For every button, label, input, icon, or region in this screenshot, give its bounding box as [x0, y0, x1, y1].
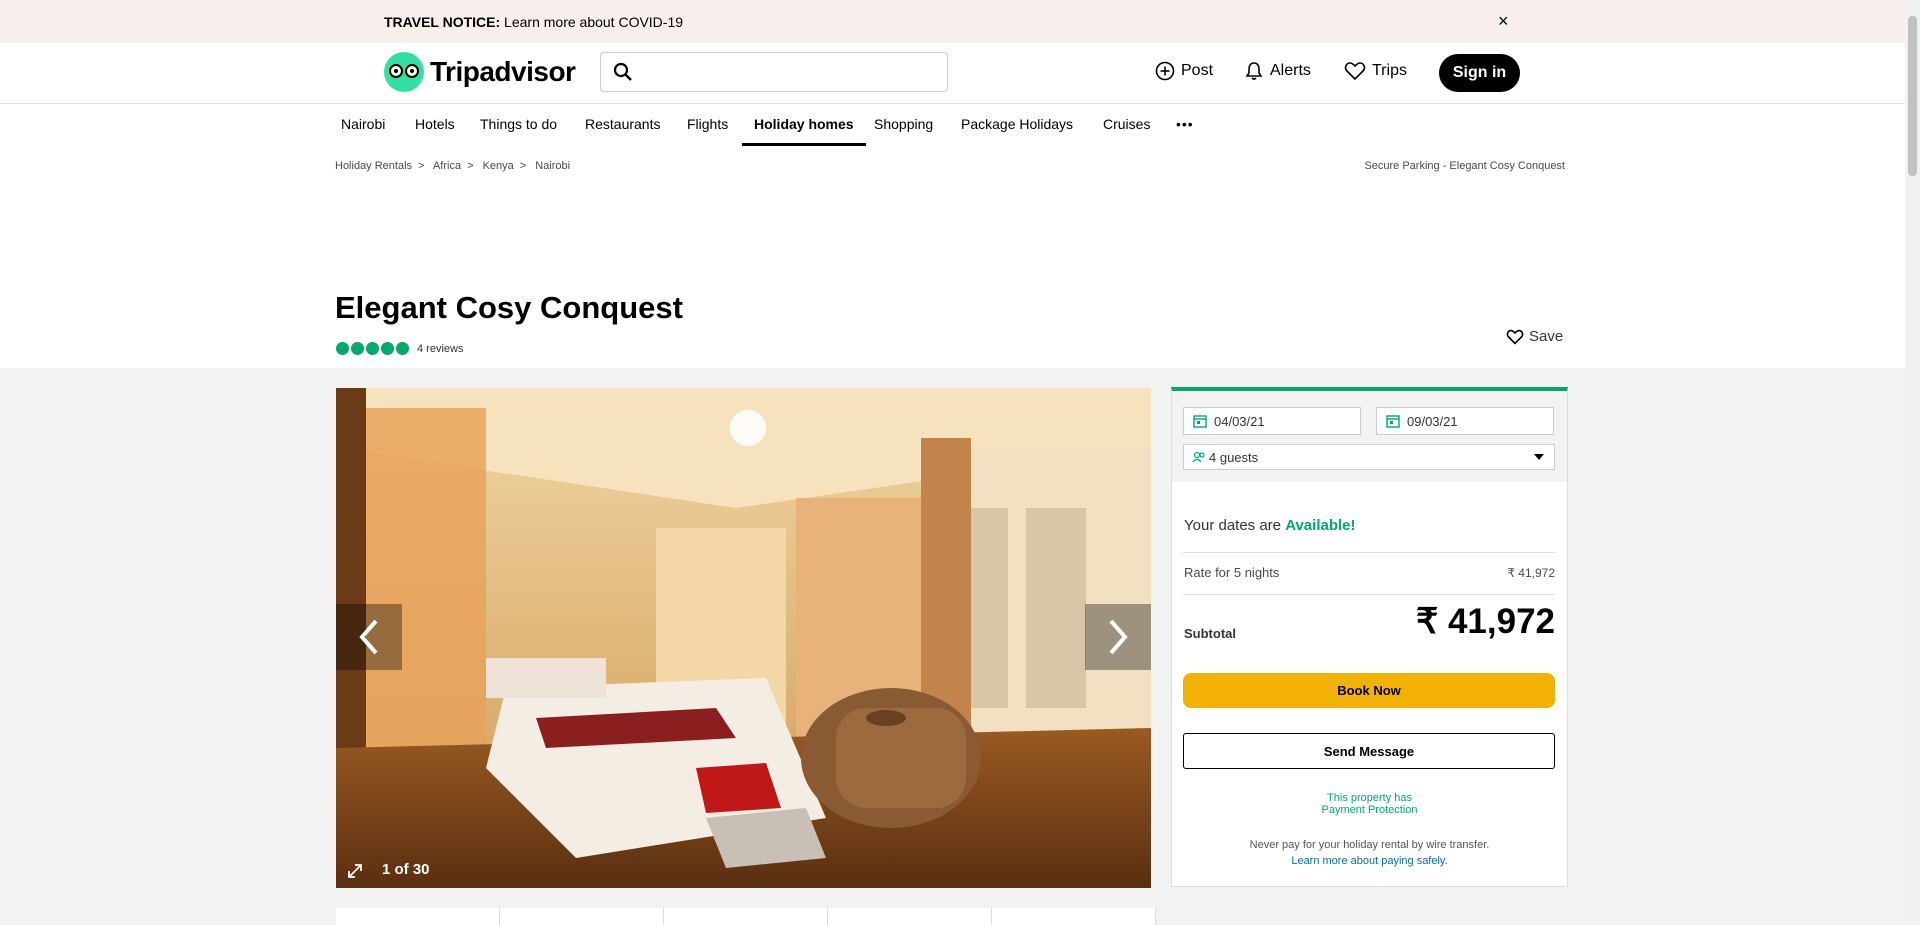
photo-counter: 1 of 30 — [382, 861, 430, 878]
category-nav: Nairobi Hotels Things to do Restaurants … — [0, 104, 1905, 147]
rate-label: Rate for 5 nights — [1184, 565, 1280, 580]
bedroom-photo-image — [336, 388, 1151, 888]
tab-flights[interactable]: Flights — [675, 104, 740, 146]
rating-bubbles[interactable]: 4 reviews — [336, 342, 463, 355]
tab-holiday-homes[interactable]: Holiday homes — [742, 104, 866, 146]
booking-panel: 04/03/21 09/03/21 4 guests Your dates ar… — [1171, 387, 1568, 887]
post-button[interactable]: Post — [1155, 61, 1213, 81]
sign-in-button[interactable]: Sign in — [1439, 54, 1520, 92]
scrollbar-thumb[interactable] — [1908, 16, 1917, 176]
close-notice-button[interactable]: × — [1498, 11, 1509, 32]
travel-notice-link[interactable]: Learn more about COVID-19 — [500, 14, 683, 30]
photo-thumbnails — [336, 908, 1156, 925]
breadcrumb: Holiday Rentals > Africa > Kenya > Nairobi — [335, 160, 571, 172]
thumbnail[interactable] — [664, 908, 828, 925]
tab-cruises[interactable]: Cruises — [1091, 104, 1162, 146]
guests-icon — [1192, 451, 1205, 463]
booking-inputs: 04/03/21 09/03/21 4 guests — [1172, 391, 1567, 482]
thumbnail[interactable] — [828, 908, 992, 925]
owl-logo-icon — [384, 52, 424, 92]
alerts-button[interactable]: Alerts — [1244, 61, 1311, 81]
tab-package-holidays[interactable]: Package Holidays — [949, 104, 1085, 146]
next-photo-button[interactable] — [1085, 604, 1151, 670]
wire-transfer-text: Never pay for your holiday rental by wir… — [1249, 839, 1490, 851]
rating-bubble-icon — [381, 342, 394, 355]
logo-text: Tripadvisor — [430, 56, 576, 87]
checkout-date-value: 09/03/21 — [1407, 413, 1458, 429]
breadcrumb-current: Secure Parking - Elegant Cosy Conquest — [1364, 160, 1565, 172]
tab-things-to-do[interactable]: Things to do — [468, 104, 569, 146]
bell-icon — [1245, 62, 1263, 80]
breadcrumb-holiday-rentals[interactable]: Holiday Rentals — [335, 160, 412, 172]
wire-transfer-warning: Never pay for your holiday rental by wir… — [1172, 837, 1567, 869]
rating-bubble-icon — [396, 342, 409, 355]
heart-icon — [1506, 329, 1524, 345]
availability-message: Your dates are Available! — [1184, 517, 1356, 534]
listing-header-area — [0, 146, 1905, 368]
availability-status: Available! — [1285, 517, 1356, 534]
save-button[interactable]: Save — [1506, 328, 1563, 345]
divider — [1183, 594, 1555, 595]
chevron-left-icon — [359, 619, 378, 655]
guests-select[interactable]: 4 guests — [1183, 444, 1555, 470]
site-header: Tripadvisor Post Alerts Trips Sign in — [0, 43, 1905, 104]
learn-more-link[interactable]: Learn more about paying safely. — [1291, 855, 1447, 867]
tripadvisor-logo[interactable]: Tripadvisor — [384, 52, 576, 92]
tab-hotels[interactable]: Hotels — [403, 104, 467, 146]
alerts-label: Alerts — [1270, 62, 1311, 79]
more-icon[interactable]: ••• — [1176, 116, 1194, 132]
tab-shopping[interactable]: Shopping — [862, 104, 945, 146]
page-scrollbar[interactable] — [1905, 0, 1920, 925]
calendar-icon — [1386, 415, 1400, 428]
previous-photo-button[interactable] — [336, 604, 402, 670]
travel-notice-text[interactable]: TRAVEL NOTICE: Learn more about COVID-19 — [384, 14, 683, 30]
post-label: Post — [1181, 62, 1214, 79]
calendar-icon — [1193, 415, 1207, 428]
book-now-button[interactable]: Book Now — [1183, 673, 1555, 708]
search-input[interactable] — [600, 52, 948, 92]
chevron-right-icon — [1109, 619, 1128, 655]
expand-icon[interactable] — [346, 862, 364, 880]
availability-prefix: Your dates are — [1184, 517, 1286, 534]
plus-circle-icon — [1155, 61, 1175, 81]
checkin-date-value: 04/03/21 — [1214, 413, 1265, 429]
breadcrumb-kenya[interactable]: Kenya — [483, 160, 514, 172]
rating-bubble-icon — [336, 342, 349, 355]
chevron-down-icon — [1534, 454, 1544, 460]
search-icon — [613, 62, 632, 81]
payment-protection-line2: Payment Protection — [1321, 804, 1418, 816]
reviews-count[interactable]: 4 reviews — [417, 343, 463, 355]
rating-bubble-icon — [351, 342, 364, 355]
rate-value: ₹ 41,972 — [1507, 566, 1555, 580]
trips-button[interactable]: Trips — [1344, 61, 1407, 81]
divider — [1183, 552, 1555, 553]
subtotal-value: ₹ 41,972 — [1415, 602, 1555, 641]
trips-label: Trips — [1372, 62, 1407, 79]
page-title: Elegant Cosy Conquest — [335, 290, 683, 325]
travel-notice-label: TRAVEL NOTICE: — [384, 13, 501, 30]
payment-protection-link[interactable]: This property has Payment Protection — [1172, 792, 1567, 816]
rating-bubble-icon — [366, 342, 379, 355]
subtotal-label: Subtotal — [1184, 626, 1236, 641]
thumbnail[interactable] — [992, 908, 1156, 925]
heart-icon — [1344, 62, 1366, 81]
save-label: Save — [1529, 328, 1564, 345]
checkin-date-field[interactable]: 04/03/21 — [1183, 407, 1361, 435]
guests-value: 4 guests — [1209, 449, 1259, 465]
main-photo[interactable]: 1 of 30 — [336, 388, 1151, 888]
thumbnail[interactable] — [336, 908, 500, 925]
breadcrumb-africa[interactable]: Africa — [433, 160, 461, 172]
payment-protection-line1: This property has — [1327, 792, 1412, 804]
tab-nairobi[interactable]: Nairobi — [329, 104, 397, 146]
travel-notice-bar: TRAVEL NOTICE: Learn more about COVID-19… — [0, 0, 1905, 43]
checkout-date-field[interactable]: 09/03/21 — [1376, 407, 1554, 435]
thumbnail[interactable] — [500, 908, 664, 925]
tab-restaurants[interactable]: Restaurants — [573, 104, 672, 146]
breadcrumb-nairobi[interactable]: Nairobi — [535, 160, 570, 172]
send-message-button[interactable]: Send Message — [1183, 733, 1555, 769]
